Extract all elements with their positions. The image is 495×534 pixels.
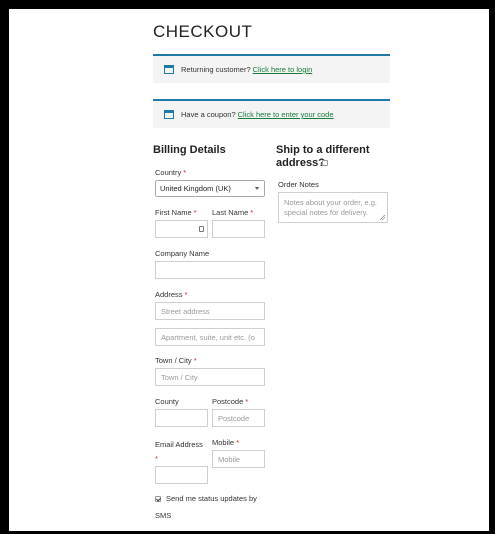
company-label: Company Name xyxy=(155,249,210,258)
window-border-left xyxy=(0,0,9,534)
calendar-icon xyxy=(164,65,174,74)
first-name-label: First Name * xyxy=(155,208,197,217)
email-input[interactable] xyxy=(155,466,208,484)
company-input[interactable] xyxy=(155,261,265,279)
sms-updates-label: Send me status updates by SMS xyxy=(155,494,257,520)
order-notes-textarea[interactable]: Notes about your order, e.g. special note… xyxy=(278,192,388,223)
window-border-top xyxy=(0,0,495,9)
coupon-link[interactable]: Click here to enter your code xyxy=(238,110,334,119)
county-input[interactable] xyxy=(155,409,208,427)
resize-handle-icon[interactable] xyxy=(380,215,385,220)
postcode-label: Postcode * xyxy=(212,397,249,406)
returning-customer-text: Returning customer? xyxy=(181,65,251,74)
county-label: County xyxy=(155,397,179,406)
first-name-input[interactable] xyxy=(155,220,208,238)
mobile-label: Mobile * xyxy=(212,438,240,447)
coupon-notice: Have a coupon? Click here to enter your … xyxy=(153,99,390,128)
apartment-input[interactable]: Apartment, suite, unit etc. (o xyxy=(155,328,265,346)
contact-card-icon xyxy=(199,226,204,232)
order-notes-label: Order Notes xyxy=(278,180,319,189)
login-link[interactable]: Click here to login xyxy=(253,65,313,74)
calendar-icon xyxy=(164,110,174,119)
mobile-input[interactable]: Mobile xyxy=(212,450,265,468)
street-address-input[interactable]: Street address xyxy=(155,302,265,320)
page-title: CHECKOUT xyxy=(153,22,253,41)
coupon-text: Have a coupon? xyxy=(181,110,236,119)
country-label: Country * xyxy=(155,168,187,177)
country-select[interactable]: United Kingdom (UK) xyxy=(155,180,265,197)
address-label: Address * xyxy=(155,290,188,299)
billing-heading: Billing Details xyxy=(153,144,226,156)
postcode-input[interactable]: Postcode xyxy=(212,409,265,427)
city-input[interactable]: Town / City xyxy=(155,368,265,386)
last-name-input[interactable] xyxy=(212,220,265,238)
email-label: Email Address * xyxy=(155,440,203,463)
ship-different-heading: Ship to a different address? xyxy=(276,144,370,169)
city-label: Town / City * xyxy=(155,356,197,365)
window-border-right xyxy=(489,0,495,534)
last-name-label: Last Name * xyxy=(212,208,254,217)
chevron-down-icon xyxy=(255,187,259,190)
returning-customer-notice: Returning customer? Click here to login xyxy=(153,54,390,83)
ship-different-checkbox[interactable] xyxy=(322,160,328,166)
